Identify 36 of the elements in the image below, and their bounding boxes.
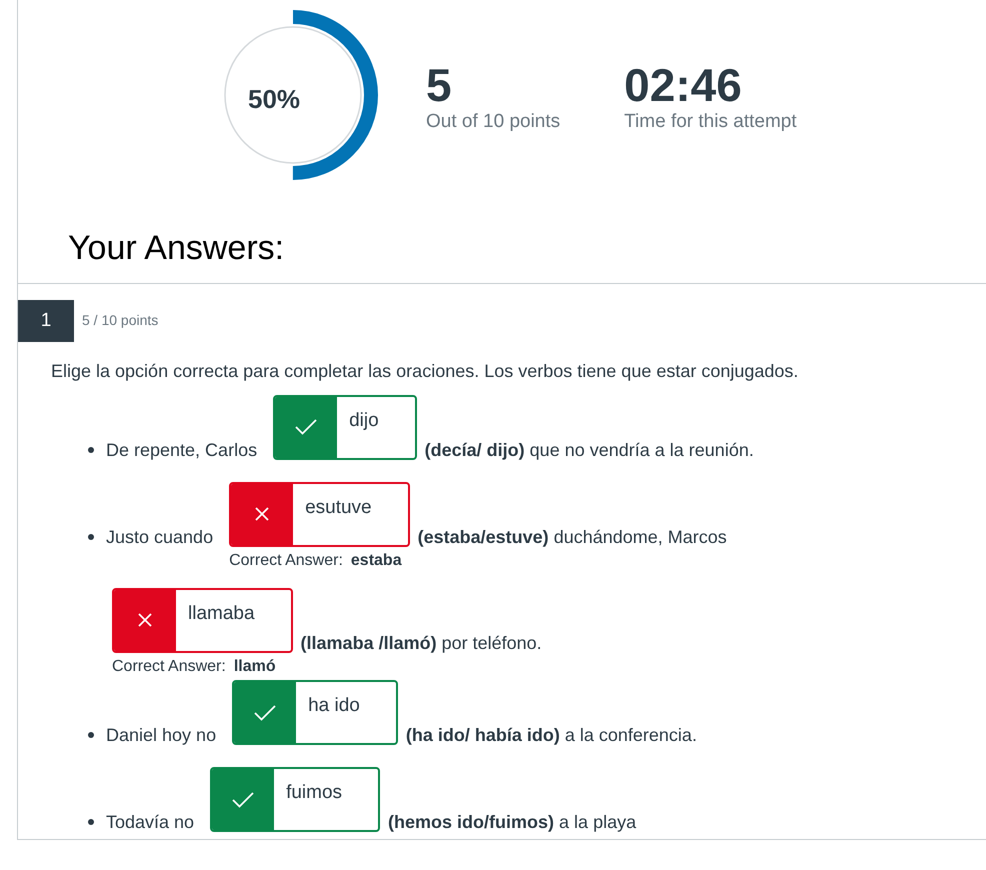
correct-answer-label: Correct Answer:	[229, 550, 343, 570]
sentence-text: Justo cuando	[106, 526, 214, 549]
sentence-text: (ha ido/ había ido) a la conferencia.	[406, 724, 697, 748]
answer-field: ha ido	[232, 680, 398, 746]
answer-field: esutuve	[229, 482, 410, 547]
bullet-icon	[88, 446, 94, 453]
check-icon	[254, 704, 276, 721]
points-label: Out of 10 points	[426, 110, 560, 134]
sentence-text: Todavía no	[106, 811, 194, 834]
sentence-text: (llamaba /llamó) por teléfono.	[300, 632, 542, 655]
correct-answer-value: llamó	[234, 656, 276, 676]
bullet-icon	[88, 534, 94, 540]
section-heading: Your Answers:	[18, 190, 986, 284]
check-icon	[232, 792, 254, 808]
sentence-text: (decía/ dijo) que no vendría a la reunión.	[424, 438, 754, 462]
answer-field: fuimos	[210, 767, 380, 832]
sentence-text: (estaba/estuve) duchándome, Marcos	[418, 526, 727, 549]
time-value: 02:46	[624, 62, 743, 108]
points-value: 5	[426, 62, 453, 108]
question-number: 1	[18, 300, 74, 342]
close-icon	[138, 613, 152, 628]
question-prompt: Elige la opción correcta para completar las oraciones. Los verbos tiene que estar conjugados.	[50, 360, 800, 383]
answer-field: dijo	[273, 394, 417, 460]
bullet-icon	[88, 732, 94, 738]
time-label: Time for this attempt	[624, 110, 797, 134]
question-points: 5 / 10 points	[82, 311, 158, 330]
sentence-text: (hemos ido/fuimos) a la playa	[388, 811, 636, 834]
close-icon	[255, 507, 270, 522]
answer-field: llamaba	[112, 588, 293, 653]
correct-answer-value: estaba	[350, 550, 402, 570]
bullet-icon	[88, 819, 94, 826]
sentence-text: De repente, Carlos	[106, 438, 258, 462]
score-percent: 50%	[248, 83, 300, 116]
sentence-text: Daniel hoy no	[106, 724, 216, 748]
correct-answer-label: Correct Answer:	[112, 656, 226, 676]
check-icon	[295, 419, 318, 436]
